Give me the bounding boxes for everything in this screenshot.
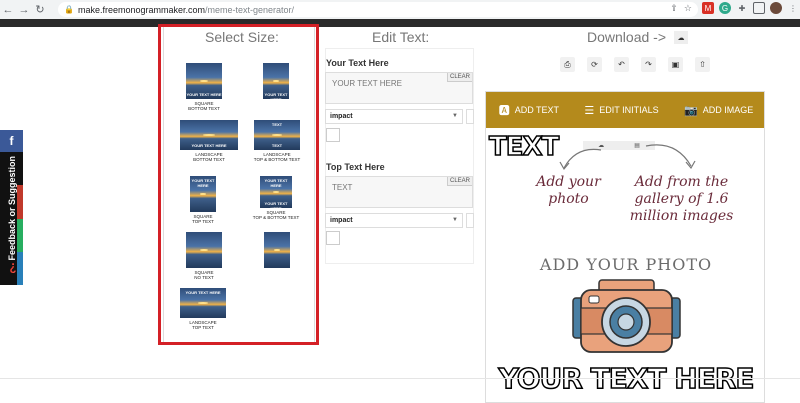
- hint-add-photo: Add your photo: [536, 174, 601, 207]
- social-stripes: [17, 152, 23, 285]
- color-picker-2[interactable]: [326, 231, 340, 245]
- add-image-button[interactable]: 📷 ADD IMAGE: [684, 104, 753, 117]
- color-picker-1[interactable]: [326, 128, 340, 142]
- lock-icon: 🔒: [64, 5, 74, 14]
- font-select-2[interactable]: impact ▼: [325, 213, 463, 228]
- address-bar[interactable]: 🔒 make.freemonogrammaker.com /meme-text-…: [58, 2, 698, 17]
- save-icon[interactable]: ▣: [668, 57, 683, 72]
- star-icon[interactable]: ☆: [684, 3, 692, 14]
- url-host: make.freemonogrammaker.com: [77, 4, 206, 15]
- edit-initials-button[interactable]: ☰ EDIT INITIALS: [584, 104, 658, 117]
- cloud-download-icon[interactable]: ☁: [674, 31, 688, 44]
- reload-icon[interactable]: ↻: [32, 0, 48, 19]
- question-icon: ❓: [6, 263, 17, 275]
- download-title: Download ->: [587, 29, 666, 45]
- avatar[interactable]: [770, 2, 782, 14]
- highlight-box: [158, 24, 319, 345]
- text-icon: 🅰: [498, 105, 510, 117]
- feedback-label: ❓ Feedback or Suggestion: [6, 156, 17, 275]
- menu-icon[interactable]: ⋮: [787, 2, 799, 14]
- canvas-panel: 🅰 ADD TEXT ☰ EDIT INITIALS 📷 ADD IMAGE T…: [485, 91, 765, 403]
- undo-icon[interactable]: ↶: [614, 57, 629, 72]
- page-divider: [0, 378, 800, 379]
- mail-extension-icon[interactable]: M: [702, 2, 714, 14]
- feedback-tab[interactable]: f ❓ Feedback or Suggestion: [0, 130, 23, 285]
- camera-icon: 📷: [684, 104, 698, 117]
- field1-input[interactable]: YOUR TEXT HERE CLEAR: [325, 72, 473, 104]
- site-header-strip: [0, 19, 800, 27]
- puzzle-icon[interactable]: ✚: [736, 2, 748, 14]
- tool-row: ⎙ ⟳ ↶ ↷ ▣ ⇧: [560, 57, 710, 72]
- upload-icon[interactable]: ⇧: [695, 57, 710, 72]
- clear-button[interactable]: CLEAR: [446, 177, 472, 186]
- grammarly-extension-icon[interactable]: G: [719, 2, 731, 14]
- print-icon[interactable]: ⎙: [560, 57, 575, 72]
- url-path: /meme-text-generator/: [205, 4, 295, 15]
- sidebar-icon[interactable]: [753, 2, 765, 14]
- forward-icon[interactable]: →: [16, 0, 32, 19]
- canvas-toolbar: 🅰 ADD TEXT ☰ EDIT INITIALS 📷 ADD IMAGE: [486, 92, 764, 128]
- clear-button[interactable]: CLEAR: [446, 73, 472, 82]
- camera-illustration-icon[interactable]: [569, 278, 684, 358]
- add-text-button[interactable]: 🅰 ADD TEXT: [499, 102, 559, 118]
- back-icon[interactable]: ←: [0, 0, 16, 19]
- field2-label: Top Text Here: [326, 162, 385, 172]
- arrows-icon: [559, 144, 696, 171]
- lines-icon: ☰: [584, 104, 595, 117]
- chevron-down-icon: ▼: [452, 113, 458, 119]
- hint-gallery: Add from the gallery of 1.6 million imag…: [629, 174, 734, 224]
- share-icon[interactable]: ⇪: [670, 3, 678, 14]
- refresh-icon[interactable]: ⟳: [587, 57, 602, 72]
- add-your-photo-label[interactable]: ADD YOUR PHOTO: [486, 255, 764, 274]
- font-size-box-1[interactable]: [466, 109, 474, 124]
- edit-text-title: Edit Text:: [372, 29, 430, 45]
- chevron-down-icon: ▼: [452, 217, 458, 223]
- font-select-1[interactable]: impact ▼: [325, 109, 463, 124]
- field1-label: Your Text Here: [326, 58, 389, 68]
- field2-input[interactable]: TEXT CLEAR: [325, 176, 473, 208]
- redo-icon[interactable]: ↷: [641, 57, 656, 72]
- font-size-box-2[interactable]: [466, 213, 474, 228]
- facebook-icon[interactable]: f: [0, 130, 23, 152]
